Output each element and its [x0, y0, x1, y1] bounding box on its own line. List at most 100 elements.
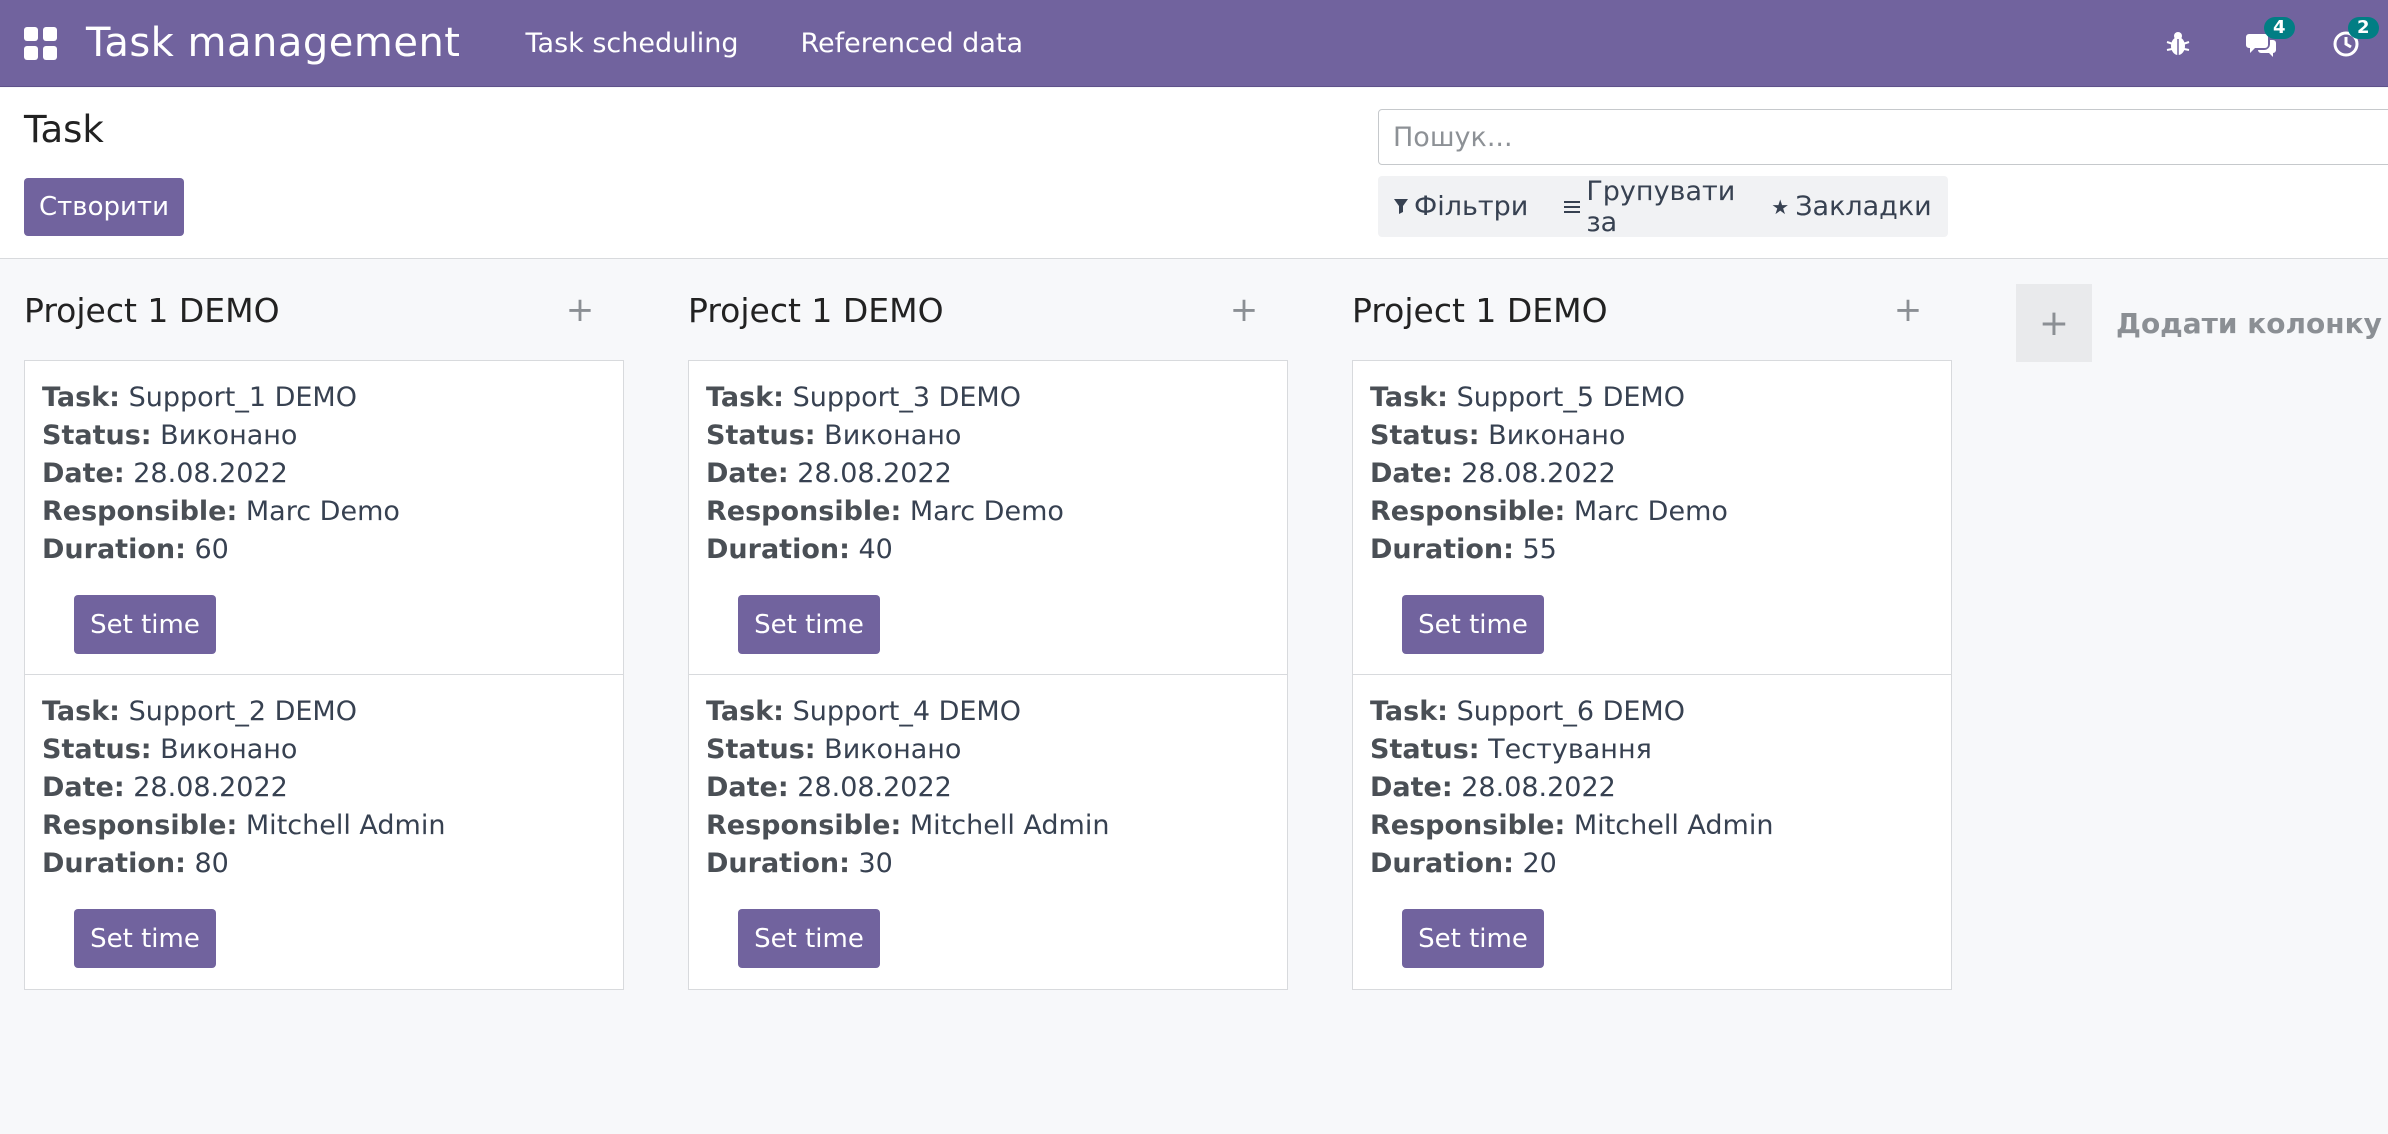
- status-value: Виконано: [824, 734, 962, 765]
- task-label: Task:: [1370, 696, 1448, 727]
- kanban-column: Project 1 DEMO + Task: Support_5 DEMO St…: [1328, 260, 1952, 990]
- kanban-column: Project 1 DEMO + Task: Support_3 DEMO St…: [664, 260, 1288, 990]
- menu-referenced-data[interactable]: Referenced data: [770, 0, 1055, 87]
- task-value: Support_4 DEMO: [792, 696, 1021, 727]
- quick-create-plus-icon[interactable]: +: [1888, 290, 1928, 330]
- duration-value: 80: [194, 848, 229, 879]
- messaging-button[interactable]: 4: [2220, 0, 2304, 87]
- duration-value: 60: [194, 534, 229, 565]
- task-label: Task:: [42, 382, 120, 413]
- set-time-button[interactable]: Set time: [1402, 909, 1544, 968]
- kanban-card[interactable]: Task: Support_4 DEMO Status: Виконано Da…: [689, 675, 1287, 989]
- duration-label: Duration:: [706, 534, 850, 565]
- column-title: Project 1 DEMO: [1352, 290, 1608, 330]
- date-label: Date:: [706, 458, 789, 489]
- date-label: Date:: [42, 458, 125, 489]
- control-panel: Task Створити Фільтри Групувати за ★ Зак…: [0, 88, 2388, 259]
- app-brand[interactable]: Task management: [86, 20, 461, 66]
- date-label: Date:: [1370, 772, 1453, 803]
- task-label: Task:: [1370, 382, 1448, 413]
- systray: 4 2: [2136, 0, 2388, 87]
- task-value: Support_2 DEMO: [128, 696, 357, 727]
- duration-label: Duration:: [1370, 848, 1514, 879]
- set-time-button[interactable]: Set time: [74, 909, 216, 968]
- messages-count-badge: 4: [2264, 17, 2295, 39]
- group-by-label: Групувати за: [1586, 175, 1736, 238]
- duration-label: Duration:: [42, 848, 186, 879]
- date-value: 28.08.2022: [133, 772, 288, 803]
- activities-button[interactable]: 2: [2304, 0, 2388, 87]
- add-column-label[interactable]: Додати колонку: [2116, 307, 2382, 340]
- add-column-plus-icon[interactable]: +: [2016, 284, 2092, 362]
- status-label: Status:: [706, 420, 816, 451]
- kanban-column: Project 1 DEMO + Task: Support_1 DEMO St…: [0, 260, 624, 990]
- favorites-dropdown[interactable]: ★ Закладки: [1771, 191, 1931, 222]
- date-value: 28.08.2022: [1461, 772, 1616, 803]
- kanban-card[interactable]: Task: Support_5 DEMO Status: Виконано Da…: [1353, 361, 1951, 675]
- filters-label: Фільтри: [1414, 191, 1529, 222]
- column-title: Project 1 DEMO: [24, 290, 280, 330]
- quick-create-plus-icon[interactable]: +: [560, 290, 600, 330]
- set-time-button[interactable]: Set time: [738, 595, 880, 654]
- date-label: Date:: [706, 772, 789, 803]
- responsible-label: Responsible:: [706, 810, 902, 841]
- duration-label: Duration:: [1370, 534, 1514, 565]
- set-time-button[interactable]: Set time: [1402, 595, 1544, 654]
- duration-label: Duration:: [42, 534, 186, 565]
- responsible-value: Marc Demo: [909, 496, 1064, 527]
- apps-grid-icon: [23, 26, 57, 60]
- bug-icon: [2166, 31, 2190, 55]
- date-value: 28.08.2022: [797, 458, 952, 489]
- group-by-dropdown[interactable]: Групувати за: [1564, 176, 1735, 238]
- status-value: Виконано: [1488, 420, 1626, 451]
- task-label: Task:: [706, 696, 784, 727]
- column-header: Project 1 DEMO +: [664, 260, 1264, 360]
- duration-value: 20: [1522, 848, 1557, 879]
- quick-create-plus-icon[interactable]: +: [1224, 290, 1264, 330]
- debug-button[interactable]: [2136, 0, 2220, 87]
- kanban-board: Project 1 DEMO + Task: Support_1 DEMO St…: [0, 260, 2388, 1134]
- column-header: Project 1 DEMO +: [1328, 260, 1928, 360]
- filters-dropdown[interactable]: Фільтри: [1394, 191, 1528, 222]
- responsible-value: Marc Demo: [245, 496, 400, 527]
- kanban-card[interactable]: Task: Support_6 DEMO Status: Тестування …: [1353, 675, 1951, 989]
- set-time-button[interactable]: Set time: [74, 595, 216, 654]
- status-label: Status:: [1370, 420, 1480, 451]
- apps-menu-button[interactable]: [0, 0, 80, 87]
- date-label: Date:: [1370, 458, 1453, 489]
- kanban-card[interactable]: Task: Support_2 DEMO Status: Виконано Da…: [25, 675, 623, 989]
- column-cards: Task: Support_3 DEMO Status: Виконано Da…: [688, 360, 1288, 990]
- status-value: Виконано: [160, 734, 298, 765]
- duration-label: Duration:: [706, 848, 850, 879]
- responsible-value: Mitchell Admin: [909, 810, 1110, 841]
- responsible-value: Marc Demo: [1573, 496, 1728, 527]
- page-title: Task: [24, 108, 104, 151]
- column-cards: Task: Support_5 DEMO Status: Виконано Da…: [1352, 360, 1952, 990]
- date-value: 28.08.2022: [797, 772, 952, 803]
- status-label: Status:: [42, 734, 152, 765]
- column-cards: Task: Support_1 DEMO Status: Виконано Da…: [24, 360, 624, 990]
- status-label: Status:: [706, 734, 816, 765]
- duration-value: 30: [858, 848, 893, 879]
- responsible-label: Responsible:: [42, 810, 238, 841]
- kanban-card[interactable]: Task: Support_1 DEMO Status: Виконано Da…: [25, 361, 623, 675]
- search-bar[interactable]: [1378, 109, 2388, 165]
- search-input[interactable]: [1391, 120, 2370, 154]
- kanban-card[interactable]: Task: Support_3 DEMO Status: Виконано Da…: [689, 361, 1287, 675]
- set-time-button[interactable]: Set time: [738, 909, 880, 968]
- menu-task-scheduling[interactable]: Task scheduling: [495, 0, 770, 87]
- task-value: Support_1 DEMO: [128, 382, 357, 413]
- search-options: Фільтри Групувати за ★ Закладки: [1378, 176, 1948, 238]
- date-value: 28.08.2022: [1461, 458, 1616, 489]
- responsible-label: Responsible:: [1370, 810, 1566, 841]
- status-label: Status:: [1370, 734, 1480, 765]
- responsible-label: Responsible:: [1370, 496, 1566, 527]
- duration-value: 40: [858, 534, 893, 565]
- add-column[interactable]: + Додати колонку: [2016, 283, 2382, 363]
- top-navbar: Task management Task scheduling Referenc…: [0, 0, 2388, 87]
- duration-value: 55: [1522, 534, 1557, 565]
- task-label: Task:: [706, 382, 784, 413]
- status-value: Виконано: [160, 420, 298, 451]
- create-button[interactable]: Створити: [24, 178, 184, 236]
- task-value: Support_5 DEMO: [1456, 382, 1685, 413]
